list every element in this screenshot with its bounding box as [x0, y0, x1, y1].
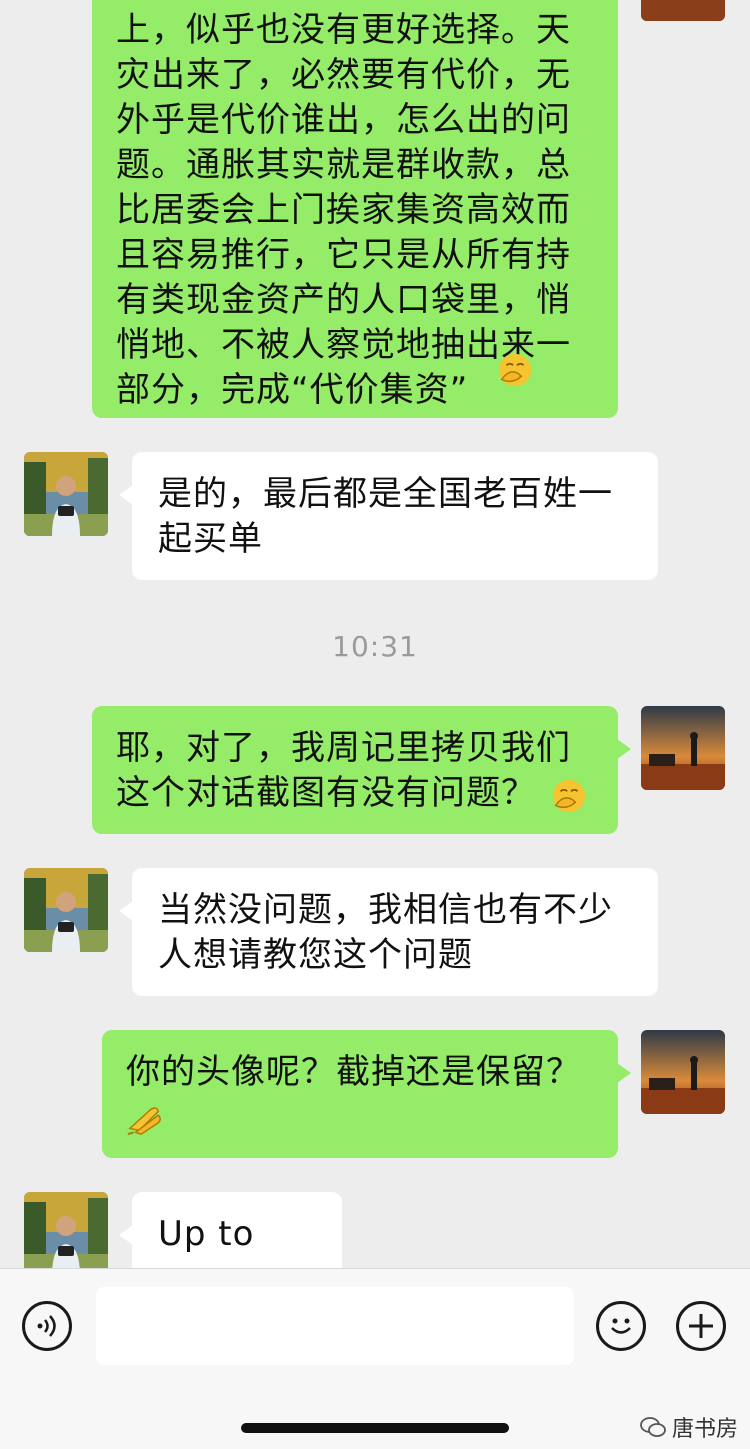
watermark: 唐书房 [640, 1407, 738, 1447]
message-bubble-contact[interactable]: 当然没问题，我相信也有不少 人想请教您这个问题 [119, 868, 658, 996]
input-bar: 唐书房 [0, 1268, 750, 1449]
message-text: 耶，对了，我周记里拷贝我们 这个对话截图有没有问题？ [116, 728, 571, 813]
watermark-text: 唐书房 [672, 1417, 739, 1442]
smiley-icon[interactable] [596, 1301, 646, 1351]
message-bubble-me[interactable]: 你的头像呢？截掉还是保留？ [102, 1030, 631, 1158]
avatar-me[interactable] [641, 1030, 725, 1114]
chat-area[interactable]: 上，似乎也没有更好选择。天 灾出来了，必然要有代价，无 外乎是代价谁出，怎么出的… [0, 0, 750, 1268]
facepalm-smile-emoji [498, 353, 532, 387]
message-text: Up to you [158, 1214, 255, 1268]
avatar-contact[interactable] [24, 868, 108, 952]
voice-icon[interactable] [22, 1301, 72, 1351]
message-input[interactable] [96, 1287, 574, 1365]
avatar-me[interactable] [641, 706, 725, 790]
home-indicator[interactable] [241, 1423, 509, 1433]
facepalm-smile-emoji [552, 779, 586, 813]
timestamp: 10:31 [332, 630, 418, 663]
avatar-contact[interactable] [24, 452, 108, 536]
message-bubble-me[interactable]: 上，似乎也没有更好选择。天 灾出来了，必然要有代价，无 外乎是代价谁出，怎么出的… [92, 0, 618, 418]
message-bubble-contact[interactable]: Up to you [119, 1192, 342, 1268]
wechat-official-account-icon [640, 1417, 666, 1437]
pray-hands-emoji [127, 1107, 161, 1136]
plus-icon[interactable] [676, 1301, 726, 1351]
avatar-me[interactable] [641, 0, 725, 21]
message-text: 当然没问题，我相信也有不少 人想请教您这个问题 [158, 890, 613, 975]
message-bubble-me[interactable]: 耶，对了，我周记里拷贝我们 这个对话截图有没有问题？ [92, 706, 631, 834]
avatar-contact[interactable] [24, 1192, 108, 1268]
message-bubble-contact[interactable]: 是的，最后都是全国老百姓一 起买单 [119, 452, 658, 580]
message-text: 是的，最后都是全国老百姓一 起买单 [158, 474, 613, 559]
message-text: 你的头像呢？截掉还是保留？ [126, 1052, 581, 1092]
